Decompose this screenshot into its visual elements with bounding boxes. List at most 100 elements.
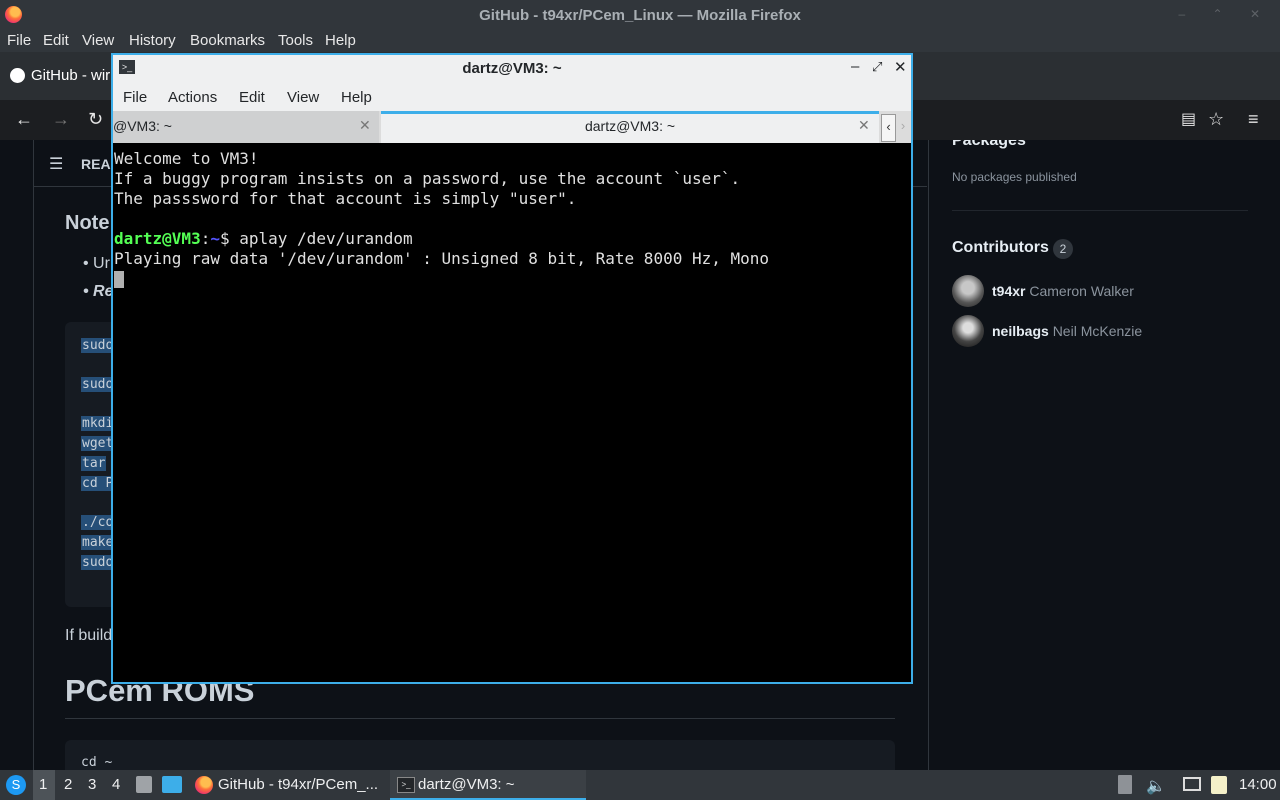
terminal-cursor	[114, 271, 124, 288]
bullet-1-text: Ur	[93, 255, 110, 272]
file-manager-icon[interactable]	[136, 776, 152, 793]
menu-help[interactable]: Help	[325, 32, 356, 49]
notes-heading: Note	[65, 212, 110, 234]
terminal-menu-help[interactable]: Help	[341, 89, 372, 106]
clock[interactable]: 14:00	[1239, 776, 1277, 793]
contributor-row[interactable]: neilbags Neil McKenzie	[992, 323, 1142, 339]
reload-icon[interactable]: ↻	[88, 109, 103, 130]
contributor-name: Cameron Walker	[1029, 283, 1134, 299]
sidebar-divider	[952, 210, 1248, 211]
avatar[interactable]	[952, 315, 984, 347]
forward-icon[interactable]: →	[52, 109, 70, 130]
terminal-tab-label: dartz@VM3: ~	[584, 118, 676, 134]
code-line: ./co	[81, 515, 115, 530]
tab-close-icon[interactable]: ✕	[359, 117, 371, 134]
terminal-window: >_ dartz@VM3: ~ – ⤢ ✕ File Actions Edit …	[111, 53, 913, 684]
menu-edit[interactable]: Edit	[43, 32, 69, 49]
if-build-text: If build	[65, 627, 113, 644]
code-line: sudo	[81, 377, 115, 392]
terminal-menubar: File Actions Edit View Help	[113, 82, 911, 112]
firefox-task-icon	[195, 776, 213, 794]
terminal-menu-view[interactable]: View	[287, 89, 319, 106]
roms-code-block	[65, 740, 895, 770]
contributors-count-badge: 2	[1053, 239, 1073, 259]
bookmark-star-icon[interactable]: ☆	[1208, 109, 1224, 130]
desktop-3[interactable]: 3	[88, 776, 96, 793]
reader-view-icon[interactable]: ▤	[1181, 109, 1196, 129]
tab-scroll-left-icon[interactable]: ‹	[881, 114, 896, 142]
menu-file[interactable]: File	[7, 32, 31, 49]
github-favicon-icon	[10, 68, 25, 83]
firefox-titlebar: GitHub - t94xr/PCem_Linux — Mozilla Fire…	[0, 0, 1280, 30]
desktop-1[interactable]: 1	[39, 776, 47, 793]
menu-history[interactable]: History	[129, 32, 176, 49]
terminal-tabbar: @VM3: ~ ✕ dartz@VM3: ~ ✕ ‹ ›	[113, 111, 911, 143]
firefox-window-controls[interactable]: – ⌃ ✕	[1179, 7, 1272, 21]
contributor-login: neilbags	[992, 323, 1049, 339]
prompt-path: ~	[210, 229, 220, 248]
terminal-line: The passsword for that account is simply…	[114, 189, 577, 208]
roms-code-line: cd ~	[81, 755, 113, 770]
desktop-2[interactable]: 2	[64, 776, 72, 793]
terminal-line: Welcome to VM3!	[114, 149, 259, 168]
terminal-titlebar[interactable]: >_ dartz@VM3: ~ – ⤢ ✕	[113, 55, 911, 82]
menu-view[interactable]: View	[82, 32, 114, 49]
packages-text: No packages published	[952, 170, 1077, 184]
code-line: make	[81, 535, 115, 550]
tab-scroll-right-icon[interactable]: ›	[897, 114, 909, 140]
code-line: tar	[81, 456, 107, 471]
prompt-symbol: $	[219, 229, 240, 248]
terminal-body[interactable]: Welcome to VM3! If a buggy program insis…	[113, 143, 911, 682]
terminal-command: aplay /dev/urandom	[239, 229, 413, 248]
task-firefox[interactable]: GitHub - t94xr/PCem_...	[218, 776, 378, 793]
readme-label[interactable]: REA	[81, 156, 111, 172]
terminal-tab-2[interactable]: dartz@VM3: ~ ✕	[381, 111, 879, 143]
notes-icon[interactable]	[1211, 776, 1227, 794]
prompt-user: dartz@VM3	[114, 229, 201, 248]
contributor-row[interactable]: t94xr Cameron Walker	[992, 283, 1134, 299]
terminal-title: dartz@VM3: ~	[462, 60, 562, 77]
terminal-menu-actions[interactable]: Actions	[168, 89, 217, 106]
avatar[interactable]	[952, 275, 984, 307]
close-icon[interactable]: ✕	[894, 58, 907, 76]
code-line: wget	[81, 436, 115, 451]
firefox-window-title: GitHub - t94xr/PCem_Linux — Mozilla Fire…	[479, 7, 801, 24]
terminal-line: Playing raw data '/dev/urandom' : Unsign…	[114, 249, 770, 268]
terminal-tab-1[interactable]: @VM3: ~ ✕	[113, 111, 379, 143]
task-terminal[interactable]: dartz@VM3: ~	[418, 776, 515, 793]
menu-bookmarks[interactable]: Bookmarks	[190, 32, 265, 49]
firefox-tab-github[interactable]: GitHub - wir	[0, 60, 112, 94]
start-menu-icon[interactable]: S	[6, 775, 26, 795]
packages-heading[interactable]: Packages	[952, 140, 1026, 150]
terminal-task-icon: >_	[397, 777, 415, 793]
code-line: mkdi	[81, 416, 115, 431]
hamburger-menu-icon[interactable]: ≡	[1248, 109, 1259, 130]
show-desktop-icon[interactable]	[162, 776, 182, 793]
tab-close-icon[interactable]: ✕	[858, 117, 870, 134]
code-line: sudo	[81, 555, 115, 570]
menu-tools[interactable]: Tools	[278, 32, 313, 49]
firefox-menubar: File Edit View History Bookmarks Tools H…	[0, 30, 1280, 52]
code-line: cd P	[81, 476, 115, 491]
contributor-name: Neil McKenzie	[1052, 323, 1143, 339]
back-icon[interactable]: ←	[15, 109, 33, 130]
roms-divider	[65, 718, 895, 719]
prompt-separator: :	[200, 229, 211, 248]
bullet-1: • Ur	[83, 255, 110, 272]
firefox-tab-label: GitHub - wir	[31, 67, 111, 84]
terminal-menu-file[interactable]: File	[123, 89, 147, 106]
terminal-tab-label: @VM3: ~	[113, 118, 172, 134]
desktop-4[interactable]: 4	[112, 776, 120, 793]
minimize-icon[interactable]: –	[851, 58, 859, 75]
maximize-icon[interactable]: ⤢	[872, 59, 882, 75]
network-icon[interactable]	[1183, 777, 1201, 791]
terminal-line: If a buggy program insists on a password…	[114, 169, 741, 188]
clipboard-icon[interactable]	[1118, 775, 1132, 794]
code-line: sudo	[81, 338, 115, 353]
volume-icon[interactable]: 🔈	[1146, 776, 1166, 796]
outline-list-icon[interactable]: ☰	[49, 154, 63, 174]
terminal-menu-edit[interactable]: Edit	[239, 89, 265, 106]
contributors-heading[interactable]: Contributors	[952, 239, 1049, 257]
taskbar: S 1 2 3 4 GitHub - t94xr/PCem_... >_ dar…	[0, 770, 1280, 800]
terminal-prompt-line: dartz@VM3:~$ aplay /dev/urandom	[114, 229, 413, 248]
